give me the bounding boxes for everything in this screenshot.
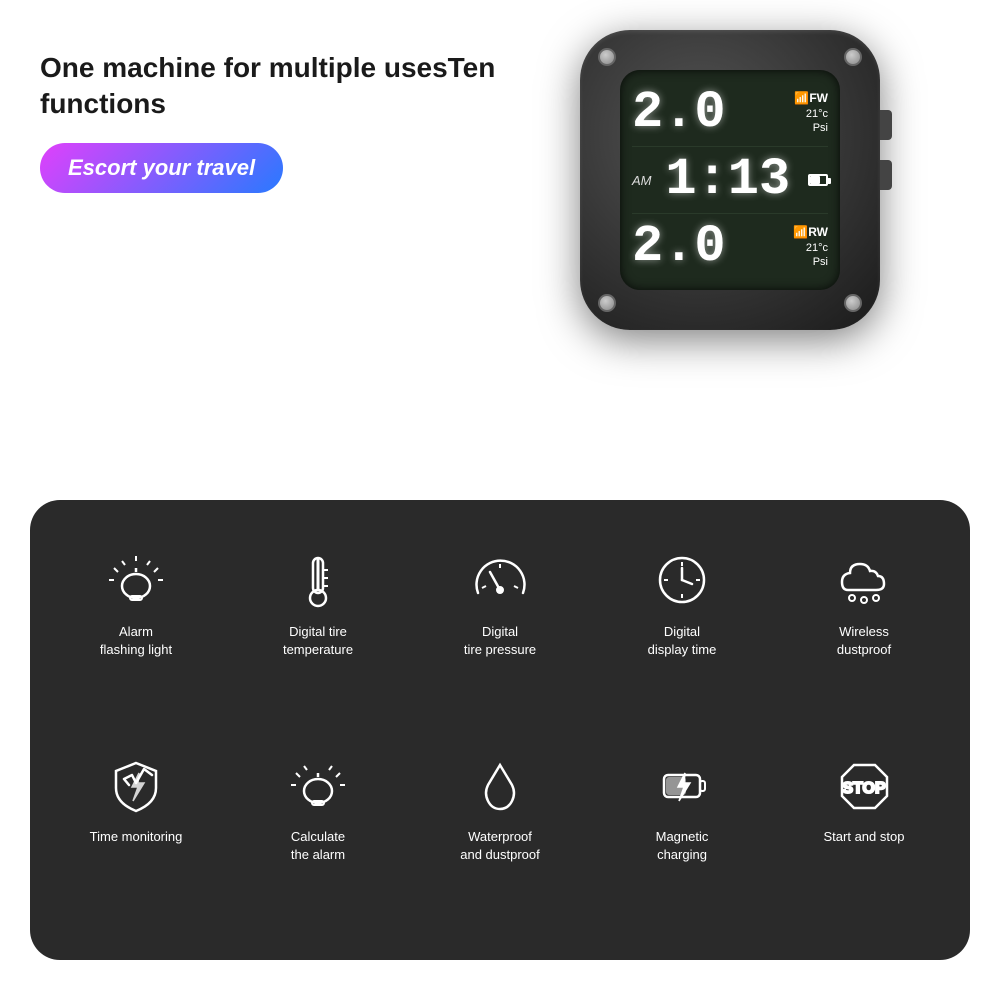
- svg-text:STOP: STOP: [842, 780, 886, 797]
- left-text-area: One machine for multiple usesTen functio…: [40, 30, 500, 193]
- alarm-flash-icon: [101, 545, 171, 615]
- feature-tire-pressure: Digitaltire pressure: [414, 530, 586, 725]
- feature-wireless: Wirelessdustproof: [778, 530, 950, 725]
- time-monitor-label: Time monitoring: [90, 828, 183, 846]
- features-grid: Alarmflashing light Digital tiretemperat…: [50, 530, 950, 930]
- side-button-top[interactable]: [880, 110, 892, 140]
- device-container: 2.0 📶FW 21°c Psi AM 1:13: [500, 30, 960, 330]
- screen-front-pressure: 2.0: [632, 87, 726, 139]
- drop-icon: [465, 750, 535, 820]
- feature-magnetic: Magneticcharging: [596, 735, 768, 930]
- calc-alarm-label: Calculatethe alarm: [291, 828, 345, 864]
- digital-temp-label: Digital tiretemperature: [283, 623, 353, 659]
- charging-icon: [647, 750, 717, 820]
- battery-icon: [808, 174, 828, 186]
- screw-tl: [598, 48, 616, 66]
- screw-tr: [844, 48, 862, 66]
- wireless-label: Wirelessdustproof: [837, 623, 891, 659]
- waterproof-label: Waterproofand dustproof: [460, 828, 540, 864]
- cloud-icon: [829, 545, 899, 615]
- fw-label: 📶FW: [794, 91, 828, 107]
- screen-time: 1:13: [665, 154, 790, 206]
- alarm-flash-label: Alarmflashing light: [100, 623, 172, 659]
- screw-br: [844, 294, 862, 312]
- fw-psi: Psi: [813, 121, 828, 135]
- screen-front-info: 📶FW 21°c Psi: [794, 91, 828, 135]
- tire-pressure-label: Digitaltire pressure: [464, 623, 536, 659]
- bottom-section: Alarmflashing light Digital tiretemperat…: [30, 500, 970, 960]
- screen-row-1: 2.0 📶FW 21°c Psi: [632, 80, 828, 146]
- screw-bl: [598, 294, 616, 312]
- shield-icon: [101, 750, 171, 820]
- feature-calc-alarm: Calculatethe alarm: [232, 735, 404, 930]
- device: 2.0 📶FW 21°c Psi AM 1:13: [580, 30, 880, 330]
- am-label: AM: [632, 173, 652, 188]
- gauge-icon: [465, 545, 535, 615]
- headline: One machine for multiple usesTen functio…: [40, 50, 500, 123]
- start-stop-label: Start and stop: [824, 828, 905, 846]
- alarm2-icon: [283, 750, 353, 820]
- stop-icon: STOP: [829, 750, 899, 820]
- screen-rear-pressure: 2.0: [632, 221, 726, 273]
- feature-alarm-flash: Alarmflashing light: [50, 530, 222, 725]
- screen-row-3: 2.0 📶RW 21°c Psi: [632, 213, 828, 280]
- clock-icon: [647, 545, 717, 615]
- display-time-label: Digitaldisplay time: [648, 623, 717, 659]
- rw-temp: 21°c: [806, 241, 828, 255]
- feature-waterproof: Waterproofand dustproof: [414, 735, 586, 930]
- magnetic-label: Magneticcharging: [656, 828, 709, 864]
- screen-row-2: AM 1:13: [632, 146, 828, 213]
- side-button-bottom[interactable]: [880, 160, 892, 190]
- fw-temp: 21°c: [806, 107, 828, 121]
- top-section: One machine for multiple usesTen functio…: [0, 0, 1000, 500]
- escort-badge: Escort your travel: [40, 143, 283, 193]
- rw-label: 📶RW: [793, 225, 828, 241]
- feature-start-stop: STOP Start and stop: [778, 735, 950, 930]
- feature-time-monitor: Time monitoring: [50, 735, 222, 930]
- thermometer-icon: [283, 545, 353, 615]
- feature-display-time: Digitaldisplay time: [596, 530, 768, 725]
- screen-rear-info: 📶RW 21°c Psi: [793, 225, 828, 269]
- feature-digital-temp: Digital tiretemperature: [232, 530, 404, 725]
- device-screen: 2.0 📶FW 21°c Psi AM 1:13: [620, 70, 840, 290]
- rw-psi: Psi: [813, 255, 828, 269]
